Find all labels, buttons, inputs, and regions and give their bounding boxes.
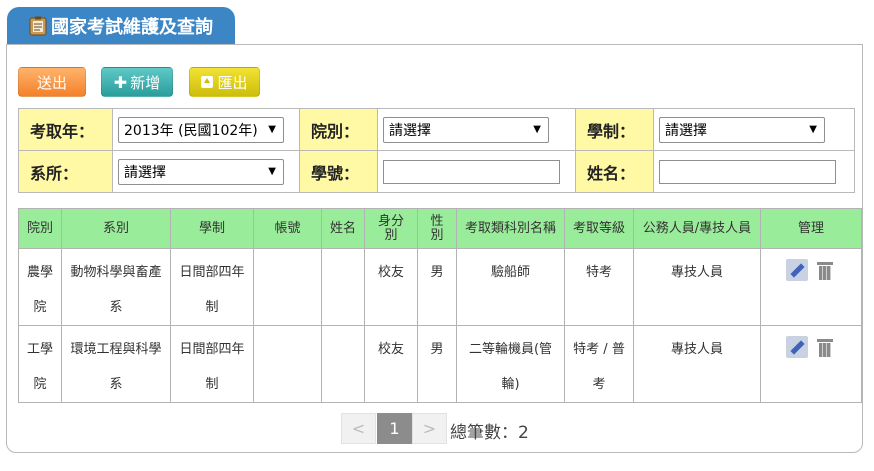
cell-identity: 校友 [364, 248, 418, 326]
export-button[interactable]: 匯出 [189, 67, 260, 97]
col-category: 考取類科別名稱 [456, 208, 565, 249]
cell-system: 日間部四年制 [170, 325, 254, 403]
year-select-value: 2013年 (民國102年) [124, 122, 258, 139]
cell-identity: 校友 [364, 325, 418, 403]
prev-page-button[interactable]: < [341, 413, 376, 444]
cell-gender: 男 [417, 325, 457, 403]
total-count: 總筆數：2 [450, 423, 529, 443]
system-select[interactable]: 請選擇 ▼ [659, 116, 825, 143]
cell-name [321, 248, 365, 326]
cell-system: 日間部四年制 [170, 248, 254, 326]
col-level: 考取等級 [564, 208, 634, 249]
page-title: 國家考試維護及查詢 [51, 17, 213, 38]
cell-level: 特考 [564, 248, 634, 326]
dept-select[interactable]: 請選擇 ▼ [118, 158, 284, 185]
cell-college: 農學院 [18, 248, 62, 326]
cell-dept: 環境工程與科學系 [61, 325, 171, 403]
filter-form: 考取年： 2013年 (民國102年) ▼ 院別： 請選擇 ▼ 學制： 請選擇 ▼ 系… [18, 108, 855, 193]
college-label: 院別： [299, 108, 378, 151]
page-1-button[interactable]: 1 [377, 413, 412, 444]
trash-icon[interactable] [814, 259, 836, 281]
year-select[interactable]: 2013年 (民國102年) ▼ [118, 116, 284, 143]
send-button[interactable]: 送出 [18, 67, 86, 97]
cell-college-text: 農學院 [26, 265, 53, 315]
cell-dept-text: 動物科學與畜產系 [70, 265, 162, 315]
plus-icon: ✚ [113, 72, 128, 92]
col-college: 院別 [18, 208, 62, 249]
clipboard-icon [29, 16, 47, 36]
cell-college: 工學院 [18, 325, 62, 403]
dept-label: 系所： [18, 150, 113, 193]
system-select-value: 請選擇 [665, 122, 707, 139]
col-category-label: 考取類科別名稱 [464, 220, 556, 236]
chevron-down-icon: ▼ [533, 124, 541, 135]
cell-account [253, 248, 322, 326]
cell-gender-text: 男 [430, 342, 444, 357]
student-id-input[interactable] [383, 159, 560, 184]
name-input[interactable] [659, 159, 836, 184]
cell-system-text: 日間部四年制 [179, 342, 245, 392]
col-dept: 系別 [61, 208, 171, 249]
table-header-row: 院別 系別 學制 帳號 姓名 身分別 性別 考取類科別名稱 考取等級 公務人員/… [18, 208, 862, 249]
cell-category: 驗船師 [456, 248, 565, 326]
cell-type-text: 專技人員 [670, 342, 723, 357]
cell-system-text: 日間部四年制 [179, 265, 245, 315]
col-name: 姓名 [321, 208, 365, 249]
cell-level-text: 特考 / 普考 [573, 342, 625, 392]
export-button-label: 匯出 [217, 73, 248, 92]
trash-icon[interactable] [814, 336, 836, 358]
cell-category-text: 二等輪機員(管輪) [468, 342, 553, 392]
cell-type-text: 專技人員 [670, 265, 723, 280]
col-identity: 身分別 [364, 208, 418, 249]
cell-category: 二等輪機員(管輪) [456, 325, 565, 403]
col-gender-label: 性別 [430, 213, 444, 243]
cell-name [321, 325, 365, 403]
cell-dept-text: 環境工程與科學系 [70, 342, 162, 392]
student-id-label: 學號： [299, 150, 378, 193]
col-manage: 管理 [760, 208, 862, 249]
chevron-down-icon: ▼ [268, 166, 276, 177]
name-label: 姓名： [575, 150, 654, 193]
table-row: 工學院 環境工程與科學系 日間部四年制 校友 男 二等輪機員(管輪) 特考 / … [18, 325, 862, 403]
col-account: 帳號 [253, 208, 322, 249]
dept-select-value: 請選擇 [124, 164, 166, 181]
add-button[interactable]: ✚ 新增 [101, 67, 173, 97]
cell-gender: 男 [417, 248, 457, 326]
cell-dept: 動物科學與畜產系 [61, 248, 171, 326]
add-button-label: 新增 [130, 73, 161, 92]
send-button-label: 送出 [36, 73, 67, 92]
cell-gender-text: 男 [430, 265, 444, 280]
college-select-value: 請選擇 [389, 122, 431, 139]
col-system: 學制 [170, 208, 254, 249]
cell-manage [760, 248, 862, 326]
cell-type: 專技人員 [633, 325, 761, 403]
col-identity-label: 身分別 [377, 213, 404, 243]
chevron-down-icon: ▼ [809, 124, 817, 135]
college-select[interactable]: 請選擇 ▼ [383, 116, 549, 143]
cell-manage [760, 325, 862, 403]
table-row: 農學院 動物科學與畜產系 日間部四年制 校友 男 驗船師 特考 專技人員 [18, 248, 862, 326]
edit-icon[interactable] [786, 336, 808, 358]
chevron-down-icon: ▼ [268, 124, 276, 135]
page-title-tab: 國家考試維護及查詢 [7, 7, 235, 45]
cell-account [253, 325, 322, 403]
next-page-button[interactable]: > [412, 413, 447, 444]
col-type: 公務人員/專技人員 [633, 208, 761, 249]
cell-level-text: 特考 [585, 265, 612, 280]
cell-identity-text: 校友 [377, 342, 404, 357]
results-table: 院別 系別 學制 帳號 姓名 身分別 性別 考取類科別名稱 考取等級 公務人員/… [18, 208, 862, 403]
edit-icon[interactable] [786, 259, 808, 281]
cell-category-text: 驗船師 [490, 265, 530, 280]
cell-identity-text: 校友 [377, 265, 404, 280]
cell-type: 專技人員 [633, 248, 761, 326]
cell-college-text: 工學院 [26, 342, 53, 392]
system-label: 學制： [575, 108, 654, 151]
col-gender: 性別 [417, 208, 457, 249]
year-label: 考取年： [18, 108, 113, 151]
upload-icon [201, 76, 214, 88]
col-type-label: 公務人員/專技人員 [642, 220, 752, 236]
cell-level: 特考 / 普考 [564, 325, 634, 403]
